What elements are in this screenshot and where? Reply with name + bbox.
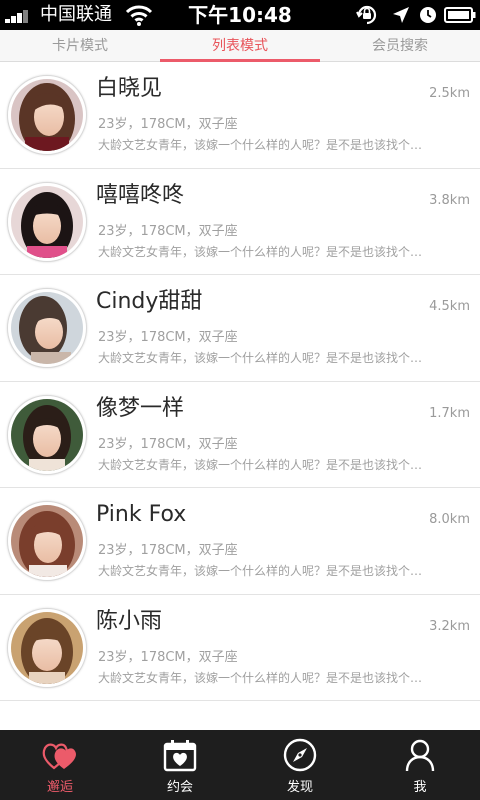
- user-list: 白晓见 2.5km 23岁，178CM，双子座 大龄文艺女青年，该嫁一个什么样的…: [0, 62, 480, 701]
- nav-item-encounter[interactable]: 邂逅: [0, 730, 120, 800]
- user-icon: [405, 739, 435, 772]
- avatar-frame: [7, 181, 87, 262]
- user-name: 嘻嘻咚咚: [96, 182, 185, 208]
- nav-label: 约会: [166, 780, 193, 795]
- nav-item-discover[interactable]: 发现: [240, 730, 360, 800]
- user-meta: 23岁，178CM，双子座: [98, 436, 238, 452]
- user-list-item[interactable]: Pink Fox 8.0km 23岁，178CM，双子座 大龄文艺女青年，该嫁一…: [0, 488, 480, 595]
- bottom-nav: 邂逅 约会 发现 我: [0, 730, 480, 800]
- mode-tabs: 卡片模式 列表模式 会员搜索: [0, 30, 480, 62]
- avatar: [11, 505, 83, 577]
- tab-member-search[interactable]: 会员搜索: [320, 30, 480, 62]
- avatar: [11, 611, 83, 684]
- rotation-lock-icon: [356, 5, 377, 25]
- user-distance: 3.8km: [429, 192, 470, 208]
- user-distance: 1.7km: [429, 405, 470, 421]
- user-meta: 23岁，178CM，双子座: [98, 223, 238, 239]
- user-name: Pink Fox: [96, 502, 187, 527]
- nav-label: 邂逅: [46, 780, 73, 795]
- user-description: 大龄文艺女青年，该嫁一个什么样的人呢？是不是也该找个…: [98, 244, 423, 259]
- user-meta: 23岁，178CM，双子座: [98, 330, 238, 345]
- avatar-frame: [7, 394, 87, 475]
- user-description: 大龄文艺女青年，该嫁一个什么样的人呢？是不是也该找个…: [98, 351, 423, 365]
- calendar-heart-icon: [163, 740, 197, 772]
- alarm-clock-icon: [420, 7, 436, 23]
- nav-item-me[interactable]: 我: [360, 730, 480, 800]
- avatar: [11, 185, 83, 258]
- avatar: [11, 79, 83, 151]
- user-name: 像梦一样: [96, 395, 185, 421]
- user-name: 白晓见: [96, 76, 163, 101]
- user-description: 大龄文艺女青年，该嫁一个什么样的人呢？是不是也该找个…: [98, 457, 423, 472]
- user-list-item[interactable]: 嘻嘻咚咚 3.8km 23岁，178CM，双子座 大龄文艺女青年，该嫁一个什么样…: [0, 168, 480, 275]
- tab-list-mode[interactable]: 列表模式: [160, 30, 320, 62]
- user-list-item[interactable]: 陈小雨 3.2km 23岁，178CM，双子座 大龄文艺女青年，该嫁一个什么样的…: [0, 594, 480, 701]
- compass-icon: [283, 738, 317, 772]
- user-description: 大龄文艺女青年，该嫁一个什么样的人呢？是不是也该找个…: [98, 670, 423, 685]
- user-meta: 23岁，178CM，双子座: [98, 649, 238, 665]
- hearts-icon: [42, 743, 76, 770]
- user-name: 陈小雨: [96, 608, 163, 634]
- user-distance: 8.0km: [429, 512, 470, 527]
- user-distance: 3.2km: [429, 618, 470, 634]
- user-name: Cindy甜甜: [96, 289, 203, 314]
- tab-card-mode[interactable]: 卡片模式: [0, 30, 160, 62]
- user-description: 大龄文艺女青年，该嫁一个什么样的人呢？是不是也该找个…: [98, 138, 423, 152]
- avatar-frame: [7, 607, 87, 688]
- nav-label: 发现: [286, 780, 313, 795]
- user-list-item[interactable]: 像梦一样 1.7km 23岁，178CM，双子座 大龄文艺女青年，该嫁一个什么样…: [0, 381, 480, 488]
- user-description: 大龄文艺女青年，该嫁一个什么样的人呢？是不是也该找个…: [98, 564, 423, 578]
- nav-item-date[interactable]: 约会: [120, 730, 240, 800]
- status-bar: 中国联通 下午10:48: [0, 0, 480, 30]
- user-list-item[interactable]: Cindy甜甜 4.5km 23岁，178CM，双子座 大龄文艺女青年，该嫁一个…: [0, 275, 480, 382]
- user-meta: 23岁，178CM，双子座: [98, 543, 238, 558]
- nav-label: 我: [413, 780, 427, 795]
- user-distance: 4.5km: [429, 299, 470, 314]
- user-distance: 2.5km: [429, 86, 470, 101]
- user-list-item[interactable]: 白晓见 2.5km 23岁，178CM，双子座 大龄文艺女青年，该嫁一个什么样的…: [0, 62, 480, 169]
- location-arrow-icon: [393, 7, 409, 23]
- battery-icon: [444, 7, 476, 23]
- avatar: [11, 398, 83, 471]
- user-meta: 23岁，178CM，双子座: [98, 117, 238, 132]
- avatar-frame: [7, 501, 87, 581]
- avatar: [11, 292, 83, 364]
- avatar-frame: [7, 75, 87, 155]
- avatar-frame: [7, 288, 87, 368]
